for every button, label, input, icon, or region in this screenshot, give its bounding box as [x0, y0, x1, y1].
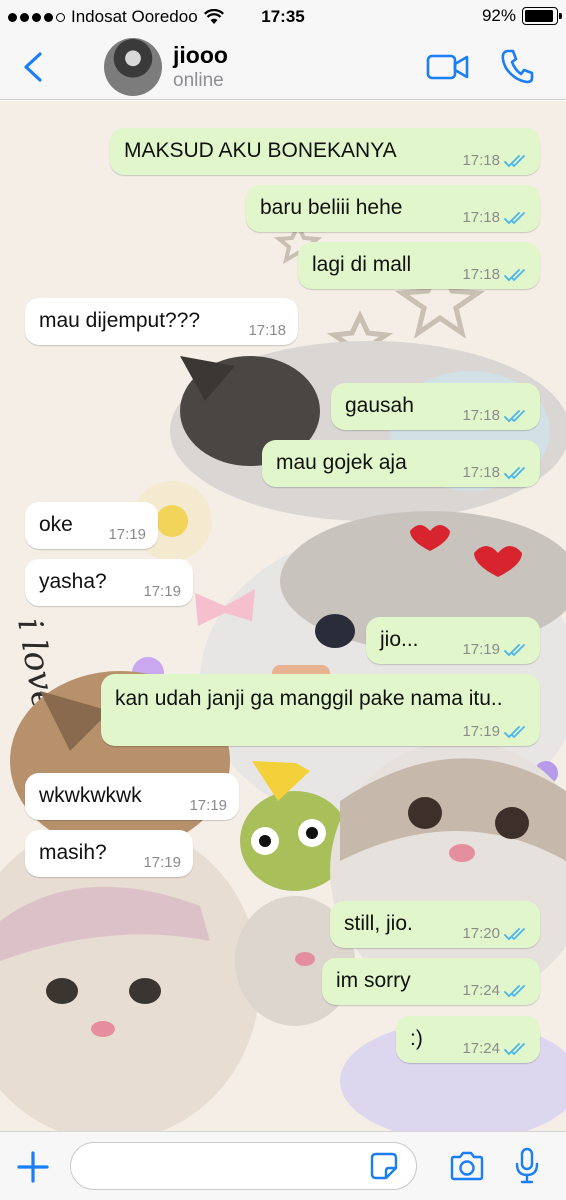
outgoing-message[interactable]: :) 17:24 — [396, 1016, 540, 1063]
message-meta: 17:19 — [143, 854, 181, 871]
message-time: 17:18 — [462, 152, 500, 169]
message-text: im sorry — [336, 969, 411, 992]
message-time: 17:24 — [462, 1040, 500, 1057]
read-receipt-icon — [504, 1042, 525, 1055]
chevron-left-icon[interactable] — [18, 50, 48, 84]
chat-header: jiooo online — [0, 34, 566, 100]
message-meta: 17:18 — [462, 407, 530, 424]
outgoing-message[interactable]: gausah 17:18 — [331, 383, 540, 430]
message-meta: 17:19 — [108, 526, 146, 543]
message-time: 17:18 — [462, 209, 500, 226]
outgoing-message[interactable]: jio... 17:19 — [366, 617, 540, 664]
video-camera-icon[interactable] — [426, 52, 470, 82]
message-time: 17:19 — [462, 723, 500, 740]
message-text: oke — [39, 513, 73, 536]
avatar[interactable] — [104, 38, 162, 96]
message-text: mau gojek aja — [276, 451, 407, 474]
status-bar: Indosat Ooredoo 17:35 92% — [0, 0, 566, 34]
read-receipt-icon — [504, 211, 525, 224]
carrier-name: Indosat Ooredoo — [71, 7, 198, 26]
message-meta: 17:20 — [462, 925, 530, 942]
input-bar — [0, 1131, 566, 1200]
message-time: 17:19 — [143, 854, 181, 871]
read-receipt-icon — [504, 643, 525, 656]
message-meta: 17:18 — [462, 464, 530, 481]
incoming-message[interactable]: wkwkwkwk 17:19 — [25, 773, 239, 820]
message-meta: 17:19 — [189, 797, 227, 814]
message-text: lagi di mall — [312, 253, 412, 276]
plus-icon[interactable] — [16, 1150, 50, 1184]
incoming-message[interactable]: yasha? 17:19 — [25, 559, 193, 606]
outgoing-message[interactable]: still, jio. 17:20 — [330, 901, 540, 948]
outgoing-message[interactable]: baru beliii hehe 17:18 — [246, 185, 540, 232]
microphone-icon[interactable] — [514, 1147, 540, 1185]
contact-status: online — [173, 70, 224, 91]
signal-strength-icon — [8, 12, 65, 22]
message-text: baru beliii hehe — [260, 196, 403, 219]
message-meta: 17:19 — [462, 641, 530, 658]
wifi-icon — [203, 9, 224, 24]
read-receipt-icon — [504, 409, 525, 422]
message-text: yasha? — [39, 570, 107, 593]
message-time: 17:19 — [462, 641, 500, 658]
incoming-message[interactable]: masih? 17:19 — [25, 830, 193, 877]
message-text: mau dijemput??? — [39, 309, 201, 332]
outgoing-message[interactable]: lagi di mall 17:18 — [298, 242, 540, 289]
chat-area[interactable]: i love you MAKSUD AKU BONEKANYA17:18baru… — [0, 101, 566, 1131]
message-time: 17:19 — [189, 797, 227, 814]
message-text: wkwkwkwk — [39, 784, 142, 807]
message-time: 17:18 — [462, 464, 500, 481]
camera-icon[interactable] — [449, 1151, 485, 1181]
message-meta: 17:18 — [462, 152, 530, 169]
message-text: jio... — [380, 628, 419, 651]
status-left: Indosat Ooredoo — [8, 7, 224, 27]
read-receipt-icon — [504, 466, 525, 479]
phone-icon[interactable] — [500, 48, 534, 84]
outgoing-message[interactable]: kan udah janji ga manggil pake nama itu.… — [101, 674, 540, 746]
message-text: kan udah janji ga manggil pake nama itu.… — [115, 687, 503, 710]
read-receipt-icon — [504, 725, 525, 738]
read-receipt-icon — [504, 927, 525, 940]
sticker-icon[interactable] — [370, 1152, 398, 1180]
battery-percent: 92% — [481, 6, 516, 25]
message-text: masih? — [39, 841, 107, 864]
status-right: 92% — [481, 6, 562, 26]
message-meta: 17:24 — [462, 1040, 530, 1057]
message-meta: 17:19 — [462, 723, 530, 740]
message-text: MAKSUD AKU BONEKANYA — [124, 139, 397, 162]
outgoing-message[interactable]: im sorry 17:24 — [322, 958, 540, 1005]
read-receipt-icon — [504, 154, 525, 167]
message-text: :) — [410, 1027, 423, 1050]
battery-icon — [522, 7, 562, 25]
contact-name[interactable]: jiooo — [173, 42, 228, 69]
message-time: 17:24 — [462, 982, 500, 999]
message-meta: 17:18 — [248, 322, 286, 339]
message-meta: 17:18 — [462, 209, 530, 226]
read-receipt-icon — [504, 268, 525, 281]
outgoing-message[interactable]: MAKSUD AKU BONEKANYA 17:18 — [110, 128, 540, 175]
message-text: still, jio. — [344, 912, 413, 935]
message-meta: 17:24 — [462, 982, 530, 999]
message-time: 17:20 — [462, 925, 500, 942]
outgoing-message[interactable]: mau gojek aja 17:18 — [262, 440, 540, 487]
message-time: 17:18 — [248, 322, 286, 339]
message-time: 17:18 — [462, 266, 500, 283]
incoming-message[interactable]: oke 17:19 — [25, 502, 158, 549]
incoming-message[interactable]: mau dijemput??? 17:18 — [25, 298, 298, 345]
message-meta: 17:18 — [462, 266, 530, 283]
message-time: 17:19 — [143, 583, 181, 600]
read-receipt-icon — [504, 984, 525, 997]
message-time: 17:18 — [462, 407, 500, 424]
message-time: 17:19 — [108, 526, 146, 543]
message-input[interactable] — [70, 1142, 417, 1190]
message-meta: 17:19 — [143, 583, 181, 600]
message-text: gausah — [345, 394, 414, 417]
